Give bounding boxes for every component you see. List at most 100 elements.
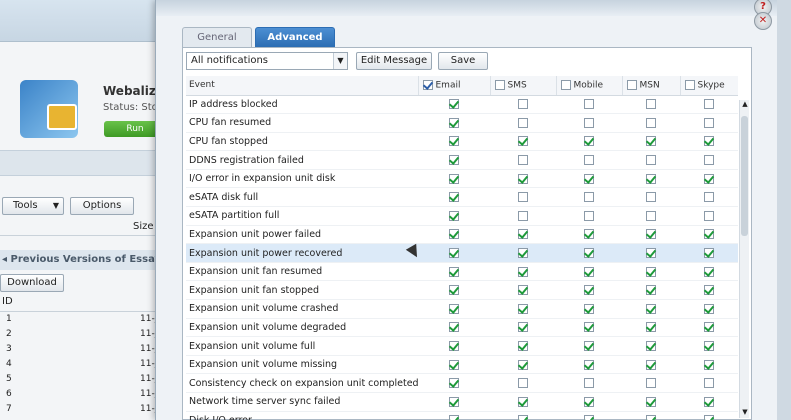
email-checkbox[interactable] bbox=[449, 173, 459, 184]
save-button[interactable]: Save bbox=[438, 52, 488, 70]
mobile-checkbox[interactable] bbox=[584, 415, 594, 420]
sms-checkbox[interactable] bbox=[518, 285, 528, 296]
sms-select-all-checkbox[interactable] bbox=[494, 80, 505, 90]
sms-checkbox[interactable] bbox=[518, 229, 528, 240]
mobile-checkbox[interactable] bbox=[584, 229, 594, 240]
msn-checkbox[interactable] bbox=[646, 173, 656, 184]
mobile-checkbox[interactable] bbox=[584, 192, 594, 203]
skype-checkbox[interactable] bbox=[704, 359, 714, 370]
tools-button[interactable]: Tools ▼ bbox=[2, 197, 64, 215]
table-row[interactable]: Expansion unit power recovered bbox=[186, 243, 738, 263]
sms-checkbox[interactable] bbox=[518, 192, 528, 203]
mobile-checkbox[interactable] bbox=[584, 248, 594, 259]
sms-checkbox[interactable] bbox=[518, 415, 528, 420]
sms-checkbox[interactable] bbox=[518, 210, 528, 221]
table-row[interactable]: CPU fan stopped bbox=[186, 132, 738, 152]
msn-checkbox[interactable] bbox=[646, 248, 656, 259]
mobile-checkbox[interactable] bbox=[584, 285, 594, 296]
table-row[interactable]: Expansion unit volume full bbox=[186, 336, 738, 356]
notification-filter-select[interactable]: All notifications ▼ bbox=[186, 52, 348, 70]
msn-checkbox[interactable] bbox=[646, 117, 656, 128]
mobile-checkbox[interactable] bbox=[584, 378, 594, 389]
msn-checkbox[interactable] bbox=[646, 155, 656, 166]
scrollbar-thumb[interactable] bbox=[741, 116, 748, 236]
email-checkbox[interactable] bbox=[449, 136, 459, 147]
table-row[interactable]: Expansion unit power failed bbox=[186, 225, 738, 245]
sms-checkbox[interactable] bbox=[518, 359, 528, 370]
table-row[interactable]: I/O error in expansion unit disk bbox=[186, 169, 738, 189]
msn-select-all-checkbox[interactable] bbox=[626, 80, 637, 90]
skype-checkbox[interactable] bbox=[704, 378, 714, 389]
scroll-down-icon[interactable]: ▼ bbox=[740, 408, 750, 418]
email-checkbox[interactable] bbox=[449, 210, 459, 221]
msn-checkbox[interactable] bbox=[646, 396, 656, 407]
email-checkbox[interactable] bbox=[449, 117, 459, 128]
mobile-select-all-checkbox[interactable] bbox=[560, 80, 571, 90]
mobile-checkbox[interactable] bbox=[584, 359, 594, 370]
mobile-checkbox[interactable] bbox=[584, 303, 594, 314]
table-row[interactable]: Disk I/O error bbox=[186, 411, 738, 420]
table-row[interactable]: IP address blocked bbox=[186, 95, 738, 115]
msn-checkbox[interactable] bbox=[646, 322, 656, 333]
email-select-all-checkbox[interactable] bbox=[422, 80, 433, 90]
skype-checkbox[interactable] bbox=[704, 266, 714, 277]
msn-checkbox[interactable] bbox=[646, 415, 656, 420]
email-checkbox[interactable] bbox=[449, 248, 459, 259]
msn-checkbox[interactable] bbox=[646, 341, 656, 352]
sms-checkbox[interactable] bbox=[518, 303, 528, 314]
table-row[interactable]: Expansion unit fan resumed bbox=[186, 262, 738, 282]
email-checkbox[interactable] bbox=[449, 378, 459, 389]
sms-checkbox[interactable] bbox=[518, 155, 528, 166]
skype-checkbox[interactable] bbox=[704, 192, 714, 203]
chevron-down-icon[interactable]: ▼ bbox=[333, 53, 347, 69]
sms-checkbox[interactable] bbox=[518, 396, 528, 407]
msn-checkbox[interactable] bbox=[646, 378, 656, 389]
tab-general[interactable]: General bbox=[182, 27, 252, 47]
sms-checkbox[interactable] bbox=[518, 341, 528, 352]
msn-checkbox[interactable] bbox=[646, 210, 656, 221]
skype-select-all-checkbox[interactable] bbox=[684, 80, 695, 90]
mobile-checkbox[interactable] bbox=[584, 210, 594, 221]
msn-checkbox[interactable] bbox=[646, 136, 656, 147]
table-row[interactable]: Expansion unit volume crashed bbox=[186, 299, 738, 319]
table-row[interactable]: Expansion unit volume degraded bbox=[186, 318, 738, 338]
email-checkbox[interactable] bbox=[449, 415, 459, 420]
download-button[interactable]: Download bbox=[0, 274, 64, 292]
email-checkbox[interactable] bbox=[449, 359, 459, 370]
close-icon[interactable]: ✕ bbox=[754, 12, 772, 30]
table-row[interactable]: Expansion unit volume missing bbox=[186, 355, 738, 375]
table-row[interactable]: eSATA partition full bbox=[186, 206, 738, 226]
sms-checkbox[interactable] bbox=[518, 136, 528, 147]
skype-checkbox[interactable] bbox=[704, 229, 714, 240]
msn-checkbox[interactable] bbox=[646, 99, 656, 110]
msn-checkbox[interactable] bbox=[646, 359, 656, 370]
skype-checkbox[interactable] bbox=[704, 117, 714, 128]
email-checkbox[interactable] bbox=[449, 266, 459, 277]
sms-checkbox[interactable] bbox=[518, 266, 528, 277]
email-checkbox[interactable] bbox=[449, 155, 459, 166]
table-row[interactable]: Expansion unit fan stopped bbox=[186, 280, 738, 301]
sms-checkbox[interactable] bbox=[518, 173, 528, 184]
skype-checkbox[interactable] bbox=[704, 210, 714, 221]
skype-checkbox[interactable] bbox=[704, 396, 714, 407]
skype-checkbox[interactable] bbox=[704, 173, 714, 184]
sms-checkbox[interactable] bbox=[518, 378, 528, 389]
mobile-checkbox[interactable] bbox=[584, 155, 594, 166]
skype-checkbox[interactable] bbox=[704, 248, 714, 259]
sms-checkbox[interactable] bbox=[518, 248, 528, 259]
mobile-checkbox[interactable] bbox=[584, 136, 594, 147]
options-button[interactable]: Options bbox=[70, 197, 134, 215]
skype-checkbox[interactable] bbox=[704, 136, 714, 147]
skype-checkbox[interactable] bbox=[704, 99, 714, 110]
email-column-header[interactable]: Email bbox=[417, 76, 490, 96]
skype-column-header[interactable]: Skype bbox=[679, 76, 738, 96]
skype-checkbox[interactable] bbox=[704, 303, 714, 314]
vertical-scrollbar[interactable]: ▲ ▼ bbox=[739, 100, 749, 418]
msn-column-header[interactable]: MSN bbox=[621, 76, 680, 96]
tab-advanced[interactable]: Advanced bbox=[255, 27, 335, 47]
mobile-checkbox[interactable] bbox=[584, 99, 594, 110]
msn-checkbox[interactable] bbox=[646, 303, 656, 314]
scroll-up-icon[interactable]: ▲ bbox=[740, 100, 750, 110]
email-checkbox[interactable] bbox=[449, 322, 459, 333]
email-checkbox[interactable] bbox=[449, 341, 459, 352]
